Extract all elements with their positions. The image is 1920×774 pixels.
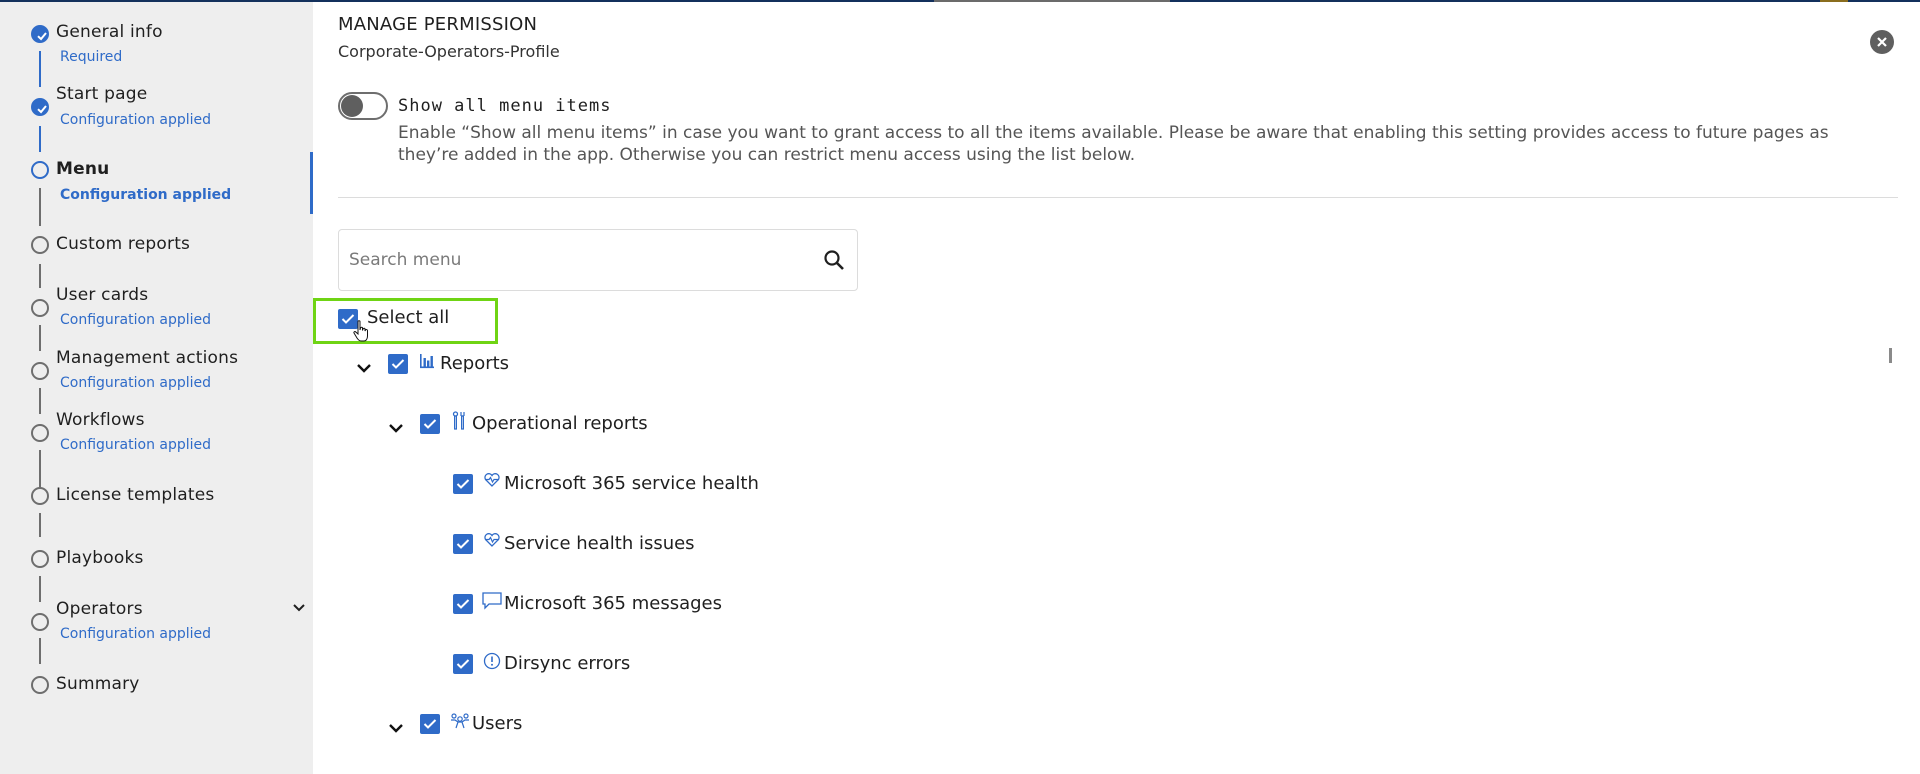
search-input[interactable]: [349, 230, 809, 290]
alert-circle-icon: [483, 652, 501, 670]
tree-item-label: Users: [472, 713, 523, 734]
panel-subtitle: Corporate-Operators-Profile: [338, 42, 560, 61]
circle-icon: [31, 676, 49, 694]
tree-item-label: Microsoft 365 service health: [504, 473, 759, 494]
step-connector: [39, 51, 41, 87]
step-connector: [39, 188, 41, 226]
step-title: Summary: [56, 674, 140, 694]
circle-icon: [31, 550, 49, 568]
step-title: Playbooks: [56, 548, 144, 568]
step-title: General info: [56, 22, 163, 42]
chat-icon: [482, 592, 502, 610]
step-title: Custom reports: [56, 234, 191, 254]
circle-icon: [31, 236, 49, 254]
chevron-down-icon[interactable]: [388, 718, 404, 737]
users-icon: [451, 713, 469, 729]
tree-item-label: Microsoft 365 messages: [504, 593, 722, 614]
circle-icon: [31, 299, 49, 317]
circle-icon: [31, 161, 49, 179]
select-all-label[interactable]: Select all: [367, 307, 449, 328]
tree-checkbox-service-health-issues[interactable]: [453, 534, 473, 554]
tree-checkbox-users[interactable]: [420, 714, 440, 734]
step-connector: [39, 264, 41, 288]
tree-checkbox-m365-messages[interactable]: [453, 594, 473, 614]
step-title: Operators: [56, 599, 143, 619]
panel-title: MANAGE PERMISSION: [338, 14, 538, 35]
close-button[interactable]: [1870, 30, 1894, 54]
step-status: Configuration applied: [60, 187, 232, 203]
step-title: Start page: [56, 84, 148, 104]
hand-pointer-cursor-icon: [353, 320, 368, 342]
toggle-description: Enable “Show all menu items” in case you…: [398, 123, 1829, 165]
bar-chart-icon: [420, 354, 434, 369]
tree-item-label: Reports: [440, 353, 510, 374]
scrollbar-thumb[interactable]: [1889, 348, 1892, 363]
check-circle-icon: [31, 98, 49, 116]
step-status: Configuration applied: [60, 312, 212, 328]
close-circle-icon: [1877, 37, 1887, 47]
tree-checkbox-dirsync-errors[interactable]: [453, 654, 473, 674]
step-status: Configuration applied: [60, 375, 212, 391]
check-circle-icon: [31, 25, 49, 43]
step-connector: [39, 388, 41, 414]
manage-permission-panel: MANAGE PERMISSION Corporate-Operators-Pr…: [313, 2, 1920, 774]
wizard-sidebar: General info Required Start page Configu…: [0, 2, 313, 774]
tree-item-label: Service health issues: [504, 533, 695, 554]
step-status: Configuration applied: [60, 626, 212, 642]
search-menu-field[interactable]: [338, 229, 858, 291]
show-all-menu-items-toggle[interactable]: [338, 92, 388, 120]
tree-item-label: Operational reports: [472, 413, 648, 434]
step-title: Menu: [56, 159, 110, 179]
tree-checkbox-reports[interactable]: [388, 354, 408, 374]
tree-checkbox-m365-service-health[interactable]: [453, 474, 473, 494]
step-title: License templates: [56, 485, 215, 505]
chevron-down-icon[interactable]: [292, 602, 306, 616]
step-status: Required: [60, 49, 123, 65]
search-icon[interactable]: [823, 249, 845, 271]
circle-icon: [31, 424, 49, 442]
chevron-down-icon[interactable]: [356, 358, 372, 377]
toggle-label: Show all menu items: [398, 96, 612, 116]
divider: [338, 197, 1898, 198]
step-connector: [39, 450, 41, 488]
step-title: User cards: [56, 285, 149, 305]
step-connector: [39, 325, 41, 351]
heart-pulse-icon: [484, 473, 500, 487]
circle-icon: [31, 487, 49, 505]
toggle-knob: [341, 95, 363, 117]
heart-pulse-icon: [484, 533, 500, 547]
step-status: Configuration applied: [60, 437, 212, 453]
step-connector: [39, 638, 41, 664]
step-connector: [39, 576, 41, 602]
step-connector: [39, 513, 41, 537]
circle-icon: [31, 362, 49, 380]
tools-icon: [452, 411, 465, 430]
chevron-down-icon[interactable]: [388, 418, 404, 437]
step-connector: [39, 126, 41, 152]
tree-checkbox-operational-reports[interactable]: [420, 414, 440, 434]
step-status: Configuration applied: [60, 112, 212, 128]
tree-item-label: Dirsync errors: [504, 653, 631, 674]
circle-icon: [31, 613, 49, 631]
step-title: Management actions: [56, 348, 239, 368]
step-title: Workflows: [56, 410, 145, 430]
